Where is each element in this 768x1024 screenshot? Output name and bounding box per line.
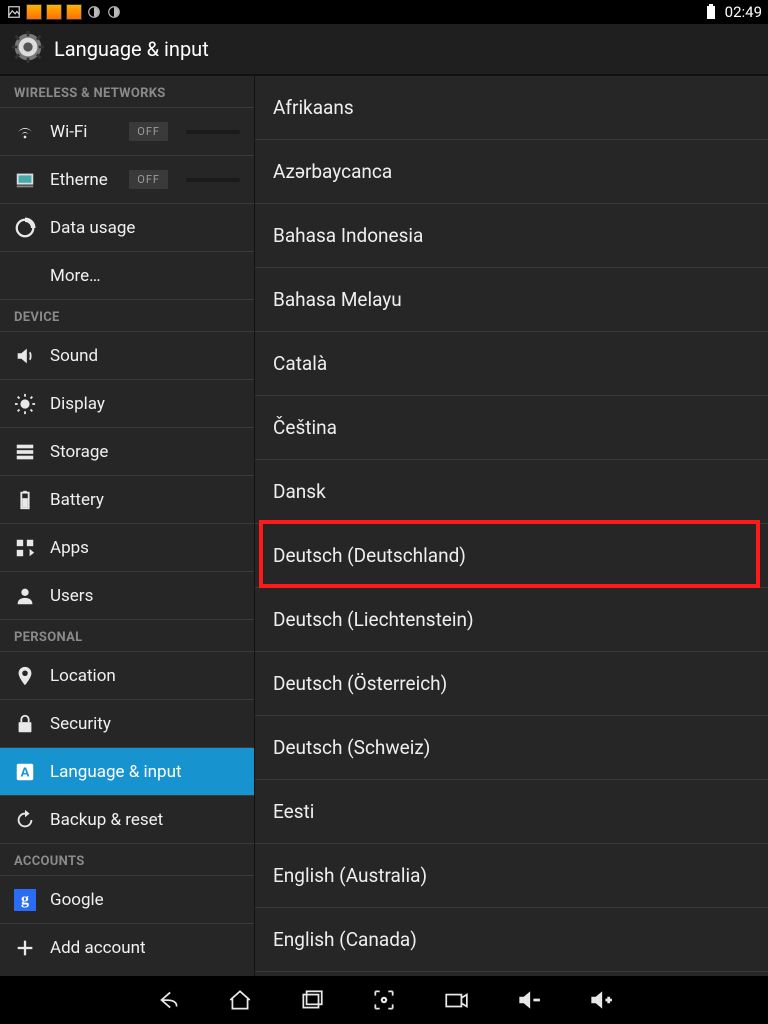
sidebar-item-more[interactable]: More…: [0, 252, 254, 300]
sidebar-item-data-usage[interactable]: Data usage: [0, 204, 254, 252]
sidebar-item-battery[interactable]: Battery: [0, 476, 254, 524]
sidebar-item-display[interactable]: Display: [0, 380, 254, 428]
data-usage-icon: [14, 217, 36, 239]
settings-sidebar: WIRELESS & NETWORKS Wi-Fi OFF Etherne OF…: [0, 76, 255, 976]
sidebar-item-label: Battery: [50, 490, 104, 510]
app-notification-icon: [46, 4, 62, 20]
battery-icon: [703, 4, 719, 20]
wifi-toggle[interactable]: OFF: [129, 122, 168, 141]
language-option[interactable]: Čeština: [255, 396, 768, 460]
ethernet-toggle[interactable]: OFF: [129, 170, 168, 189]
page-title: Language & input: [54, 37, 209, 61]
language-option[interactable]: Dansk: [255, 460, 768, 524]
clock-text: 02:49: [725, 3, 762, 21]
recent-apps-button[interactable]: [296, 984, 328, 1016]
google-icon: g: [14, 889, 36, 911]
sidebar-item-label: Etherne: [50, 170, 108, 190]
screenshot-button[interactable]: [368, 984, 400, 1016]
language-option[interactable]: Deutsch (Schweiz): [255, 716, 768, 780]
sidebar-item-storage[interactable]: Storage: [0, 428, 254, 476]
ethernet-icon: [14, 169, 36, 191]
language-option[interactable]: Azərbaycanca: [255, 140, 768, 204]
language-option[interactable]: Bahasa Indonesia: [255, 204, 768, 268]
home-button[interactable]: [224, 984, 256, 1016]
lock-icon: [14, 713, 36, 735]
sidebar-item-backup-reset[interactable]: Backup & reset: [0, 796, 254, 844]
language-option[interactable]: Deutsch (Deutschland): [255, 524, 768, 588]
sidebar-item-language-input[interactable]: A Language & input: [0, 748, 254, 796]
section-personal: PERSONAL: [0, 620, 254, 652]
volume-up-button[interactable]: [584, 984, 616, 1016]
app-notification-icon: [26, 4, 42, 20]
plus-icon: [14, 937, 36, 959]
sidebar-item-label: More…: [50, 266, 101, 286]
sync-notification-icon: [86, 4, 102, 20]
sidebar-item-label: Add account: [50, 938, 146, 958]
sidebar-item-label: Security: [50, 714, 111, 734]
sidebar-item-sound[interactable]: Sound: [0, 332, 254, 380]
gear-icon: [12, 31, 44, 67]
svg-text:A: A: [20, 764, 29, 779]
sidebar-item-apps[interactable]: Apps: [0, 524, 254, 572]
volume-down-button[interactable]: [512, 984, 544, 1016]
sidebar-item-label: Storage: [50, 442, 108, 462]
sidebar-item-ethernet[interactable]: Etherne OFF: [0, 156, 254, 204]
picture-notification-icon: [6, 4, 22, 20]
back-button[interactable]: [152, 984, 184, 1016]
apps-icon: [14, 537, 36, 559]
language-option[interactable]: Bahasa Melayu: [255, 268, 768, 332]
section-accounts: ACCOUNTS: [0, 844, 254, 876]
sound-icon: [14, 345, 36, 367]
backup-icon: [14, 809, 36, 831]
battery-icon: [14, 489, 36, 511]
sidebar-item-security[interactable]: Security: [0, 700, 254, 748]
location-icon: [14, 665, 36, 687]
language-option[interactable]: English (Canada): [255, 908, 768, 972]
sidebar-item-label: Backup & reset: [50, 810, 163, 830]
sidebar-item-label: Data usage: [50, 218, 135, 238]
language-icon: A: [14, 761, 36, 783]
language-option[interactable]: Eesti: [255, 780, 768, 844]
sidebar-item-label: Sound: [50, 346, 98, 366]
sync-notification-icon: [106, 4, 122, 20]
sidebar-item-label: Users: [50, 586, 93, 606]
sidebar-item-label: Wi-Fi: [50, 122, 87, 142]
toggle-track: [186, 178, 240, 182]
language-option[interactable]: Afrikaans: [255, 76, 768, 140]
sidebar-item-wifi[interactable]: Wi-Fi OFF: [0, 108, 254, 156]
section-wireless: WIRELESS & NETWORKS: [0, 76, 254, 108]
language-option[interactable]: Deutsch (Österreich): [255, 652, 768, 716]
sidebar-item-users[interactable]: Users: [0, 572, 254, 620]
wifi-icon: [14, 121, 36, 143]
app-notification-icon: [66, 4, 82, 20]
sidebar-item-label: Language & input: [50, 762, 182, 782]
language-list: AfrikaansAzərbaycancaBahasa IndonesiaBah…: [255, 76, 768, 976]
sidebar-item-add-account[interactable]: Add account: [0, 924, 254, 972]
navigation-bar: [0, 976, 768, 1024]
sidebar-item-label: Google: [50, 890, 104, 910]
section-device: DEVICE: [0, 300, 254, 332]
camera-button[interactable]: [440, 984, 472, 1016]
display-icon: [14, 393, 36, 415]
sidebar-item-label: Location: [50, 666, 116, 686]
language-option[interactable]: Deutsch (Liechtenstein): [255, 588, 768, 652]
sidebar-item-label: Display: [50, 394, 105, 414]
storage-icon: [14, 441, 36, 463]
users-icon: [14, 585, 36, 607]
toggle-track: [186, 130, 240, 134]
status-bar: 02:49: [0, 0, 768, 24]
sidebar-item-location[interactable]: Location: [0, 652, 254, 700]
settings-header: Language & input: [0, 24, 768, 76]
sidebar-item-google[interactable]: g Google: [0, 876, 254, 924]
language-option[interactable]: Català: [255, 332, 768, 396]
language-option[interactable]: English (Australia): [255, 844, 768, 908]
sidebar-item-label: Apps: [50, 538, 89, 558]
